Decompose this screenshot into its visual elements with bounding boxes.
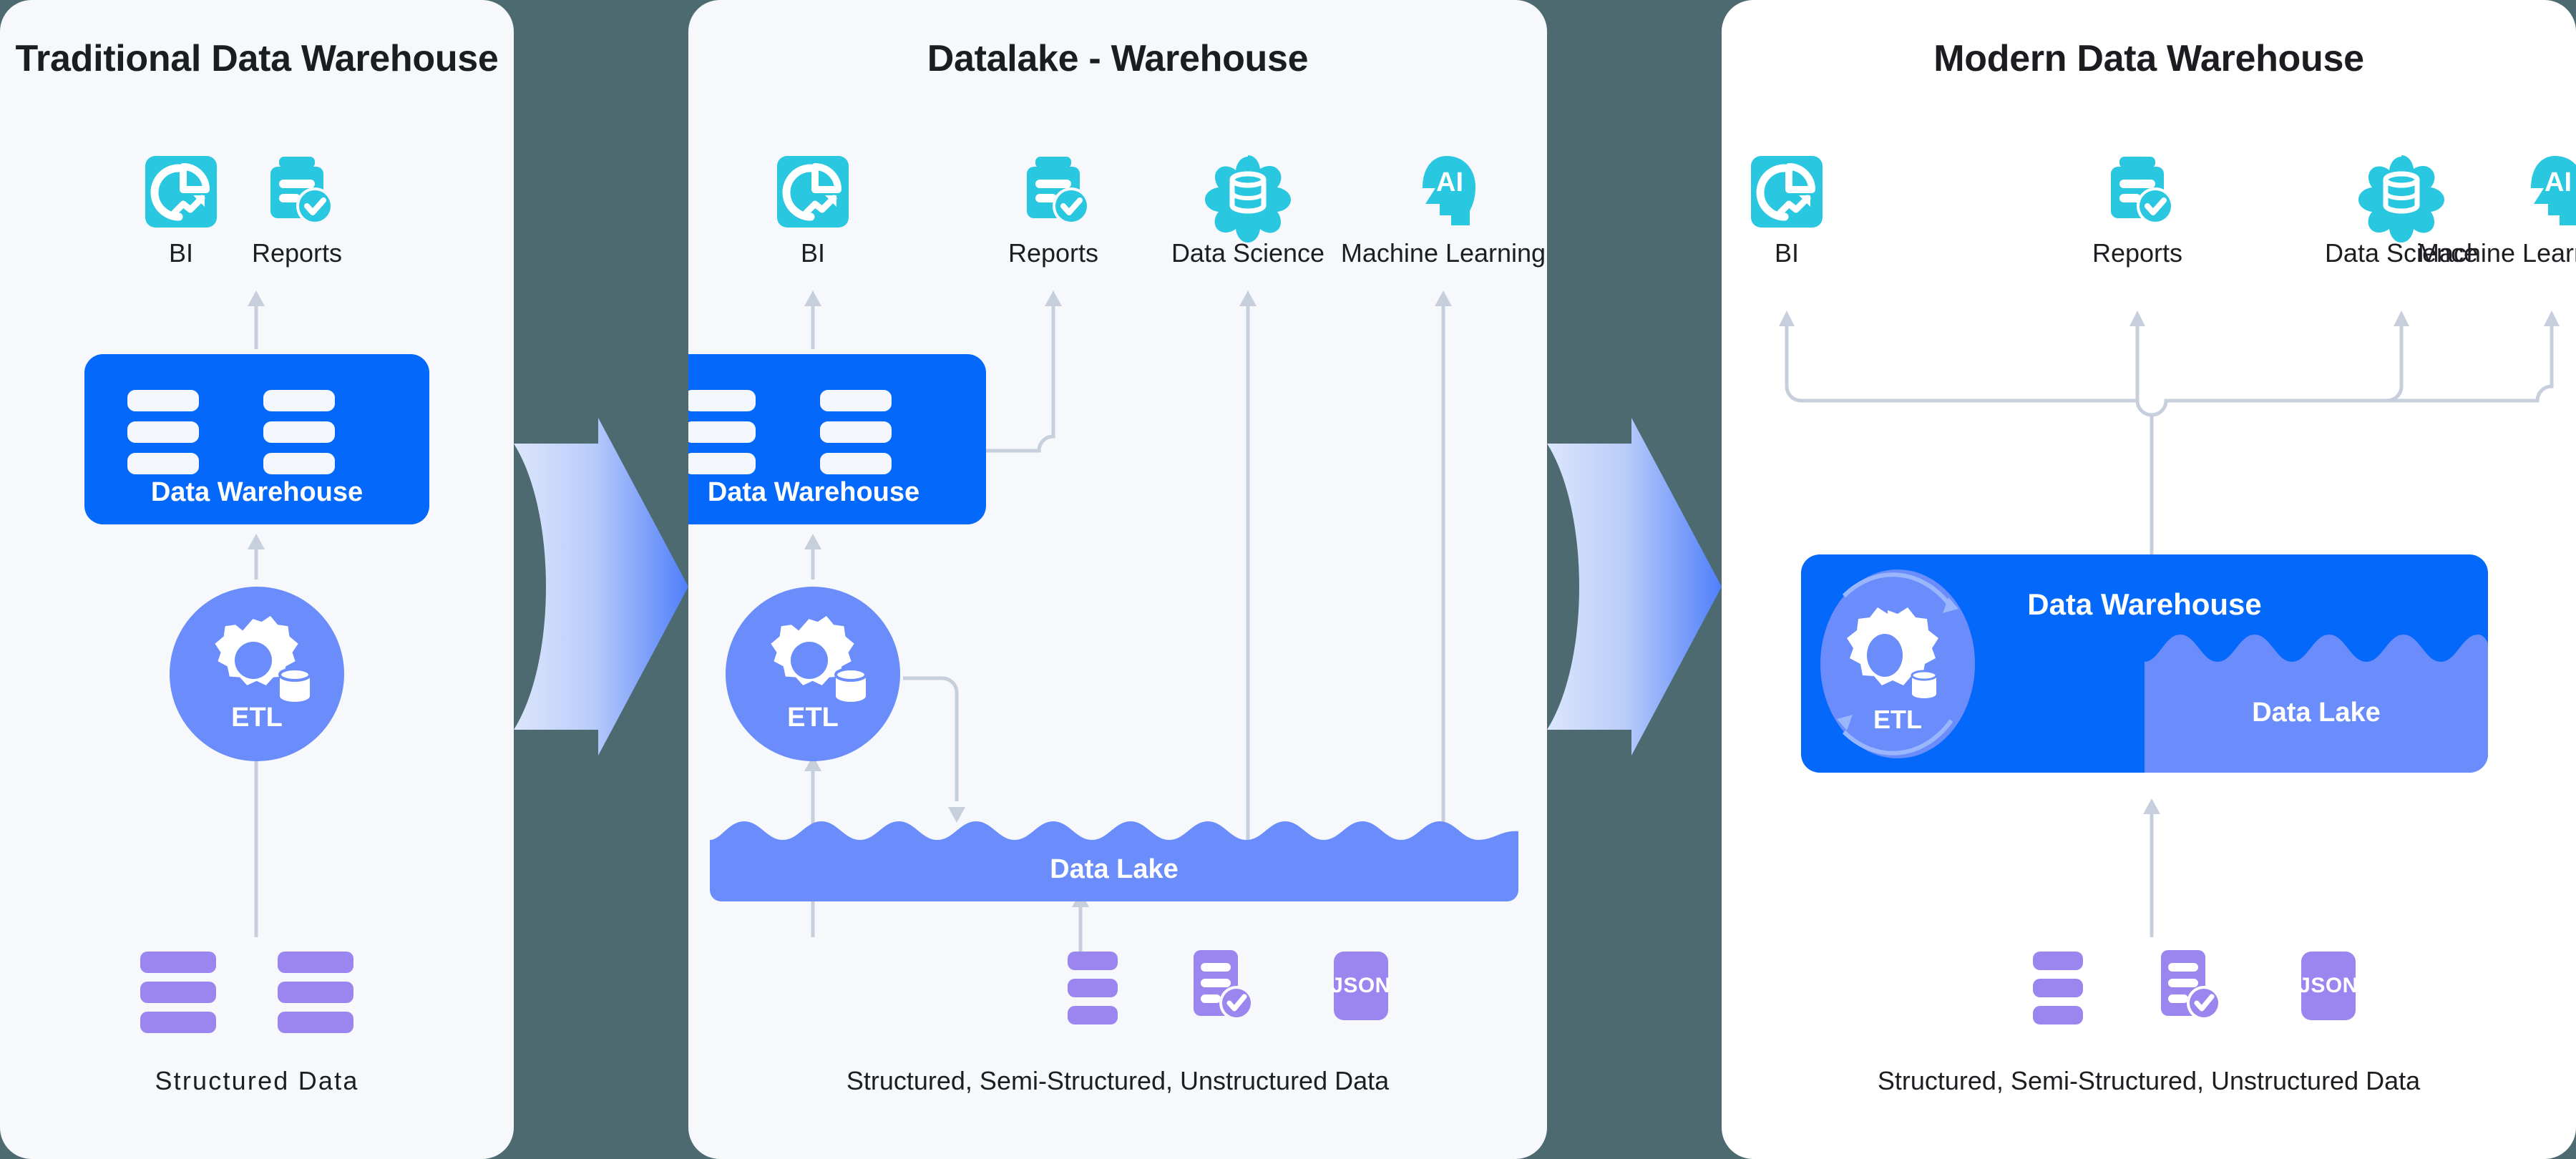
modern-data-warehouse-box[interactable]: Data Warehouse Data Lake ETL — [1801, 554, 2488, 773]
warehouse-bar — [820, 421, 892, 443]
gear-database-icon — [215, 616, 311, 702]
consumer-reports[interactable]: Reports — [2059, 154, 2216, 268]
data-lake-label: Data Lake — [1050, 854, 1179, 884]
structured-row — [1068, 1006, 1118, 1024]
transition-arrow-1 — [514, 418, 688, 755]
warehouse-bar — [688, 421, 756, 443]
transition-arrow-2 — [1547, 418, 1722, 755]
panel-traditional-data-warehouse: Traditional Data Warehouse BI Reports Da… — [0, 0, 514, 1159]
source-semi-structured[interactable] — [1189, 949, 1264, 1023]
semi-structured-doc-icon — [2161, 950, 2221, 1020]
bi-chart-icon — [1751, 156, 1823, 228]
structured-row — [2033, 979, 2083, 997]
consumer-reports[interactable]: Reports — [186, 154, 408, 268]
warehouse-bar — [820, 453, 892, 474]
warehouse-bar — [820, 390, 892, 411]
etl-label: ETL — [231, 703, 283, 733]
panel-modern-data-warehouse: Modern Data Warehouse BI Reports Data Sc… — [1722, 0, 2576, 1159]
etl-node[interactable]: ETL — [170, 587, 344, 761]
sources-caption: Structured, Semi-Structured, Unstructure… — [1877, 1066, 2421, 1095]
consumer-label: BI — [800, 238, 825, 268]
structured-rows-icon — [1068, 952, 1118, 1024]
consumer-label: BI — [1774, 238, 1799, 268]
consumer-label: Reports — [2092, 238, 2183, 268]
consumer-machine-learning[interactable]: AI Machine Learning — [2418, 154, 2576, 268]
structured-rows-icon — [278, 952, 353, 1033]
data-warehouse-label: Data Warehouse — [707, 477, 920, 507]
warehouse-bar — [127, 390, 199, 411]
structured-rows-icon — [140, 952, 216, 1033]
warehouse-bar-group-left — [688, 390, 756, 474]
semi-structured-doc-icon — [1194, 950, 1254, 1020]
svg-text:AI: AI — [1436, 167, 1463, 197]
warehouse-bar — [263, 390, 335, 411]
sources-caption: Structured Data — [155, 1066, 359, 1095]
structured-row — [2033, 1006, 2083, 1024]
reports-checked-icon — [2111, 157, 2174, 225]
consumer-label: Machine Learning — [2417, 238, 2576, 268]
data-warehouse-label: Data Warehouse — [150, 477, 364, 507]
structured-row — [278, 982, 353, 1003]
sources-caption: Structured, Semi-Structured, Unstructure… — [846, 1066, 1390, 1095]
warehouse-bar — [263, 453, 335, 474]
warehouse-bar — [127, 421, 199, 443]
bi-chart-icon — [777, 156, 849, 228]
consumer-label: Reports — [1008, 238, 1099, 268]
consumer-bi[interactable]: BI — [1733, 154, 1840, 268]
reports-checked-icon — [1027, 157, 1090, 225]
warehouse-bar — [127, 453, 199, 474]
structured-row — [1068, 979, 1118, 997]
modern-data-lake-label: Data Lake — [2252, 698, 2381, 728]
panel-title: Datalake - Warehouse — [927, 38, 1309, 79]
data-science-flower-icon — [1205, 155, 1291, 243]
diagram-canvas: Traditional Data Warehouse BI Reports Da… — [0, 0, 2576, 1159]
ai-head-icon: AI — [2531, 156, 2576, 225]
warehouse-bar — [688, 453, 756, 474]
structured-row — [140, 1012, 216, 1033]
structured-row — [140, 952, 216, 973]
structured-row — [140, 982, 216, 1003]
data-science-flower-icon — [2358, 155, 2444, 243]
etl-label: ETL — [787, 703, 839, 733]
panel-title: Modern Data Warehouse — [1933, 38, 2364, 79]
consumer-machine-learning[interactable]: AI Machine Learning — [1318, 154, 1547, 268]
structured-row — [278, 952, 353, 973]
consumer-reports[interactable]: Reports — [975, 154, 1132, 268]
data-warehouse-box[interactable]: Data Warehouse — [688, 354, 986, 524]
panel-datalake-warehouse: Datalake - Warehouse BI Reports Data Sci… — [688, 0, 1547, 1159]
gear-database-icon — [771, 616, 867, 702]
warehouse-bar-group-right — [820, 390, 892, 474]
structured-row — [1068, 952, 1118, 970]
warehouse-bar-group-left — [127, 390, 199, 474]
data-warehouse-box[interactable]: Data Warehouse — [84, 354, 429, 524]
etl-node[interactable]: ETL — [1815, 564, 1980, 763]
consumer-label: Reports — [251, 238, 343, 268]
structured-row — [2033, 952, 2083, 970]
warehouse-bar-group-right — [263, 390, 335, 474]
source-json[interactable]: JSON — [1331, 952, 1390, 1020]
etl-node[interactable]: ETL — [726, 587, 900, 761]
data-lake-node[interactable]: Data Lake — [710, 816, 1518, 901]
ai-head-icon: AI — [1423, 156, 1475, 225]
warehouse-bar — [688, 390, 756, 411]
panel-title: Traditional Data Warehouse — [15, 38, 499, 79]
consumer-bi[interactable]: BI — [759, 154, 867, 268]
structured-row — [278, 1012, 353, 1033]
reports-checked-icon — [270, 157, 333, 225]
structured-rows-icon — [2033, 952, 2083, 1024]
source-json[interactable]: JSON — [2298, 952, 2358, 1020]
source-semi-structured[interactable] — [2157, 949, 2231, 1023]
svg-text:AI: AI — [2545, 167, 2572, 197]
etl-label: ETL — [1873, 705, 1922, 734]
warehouse-bar — [263, 421, 335, 443]
consumer-label: Machine Learning — [1340, 238, 1546, 268]
